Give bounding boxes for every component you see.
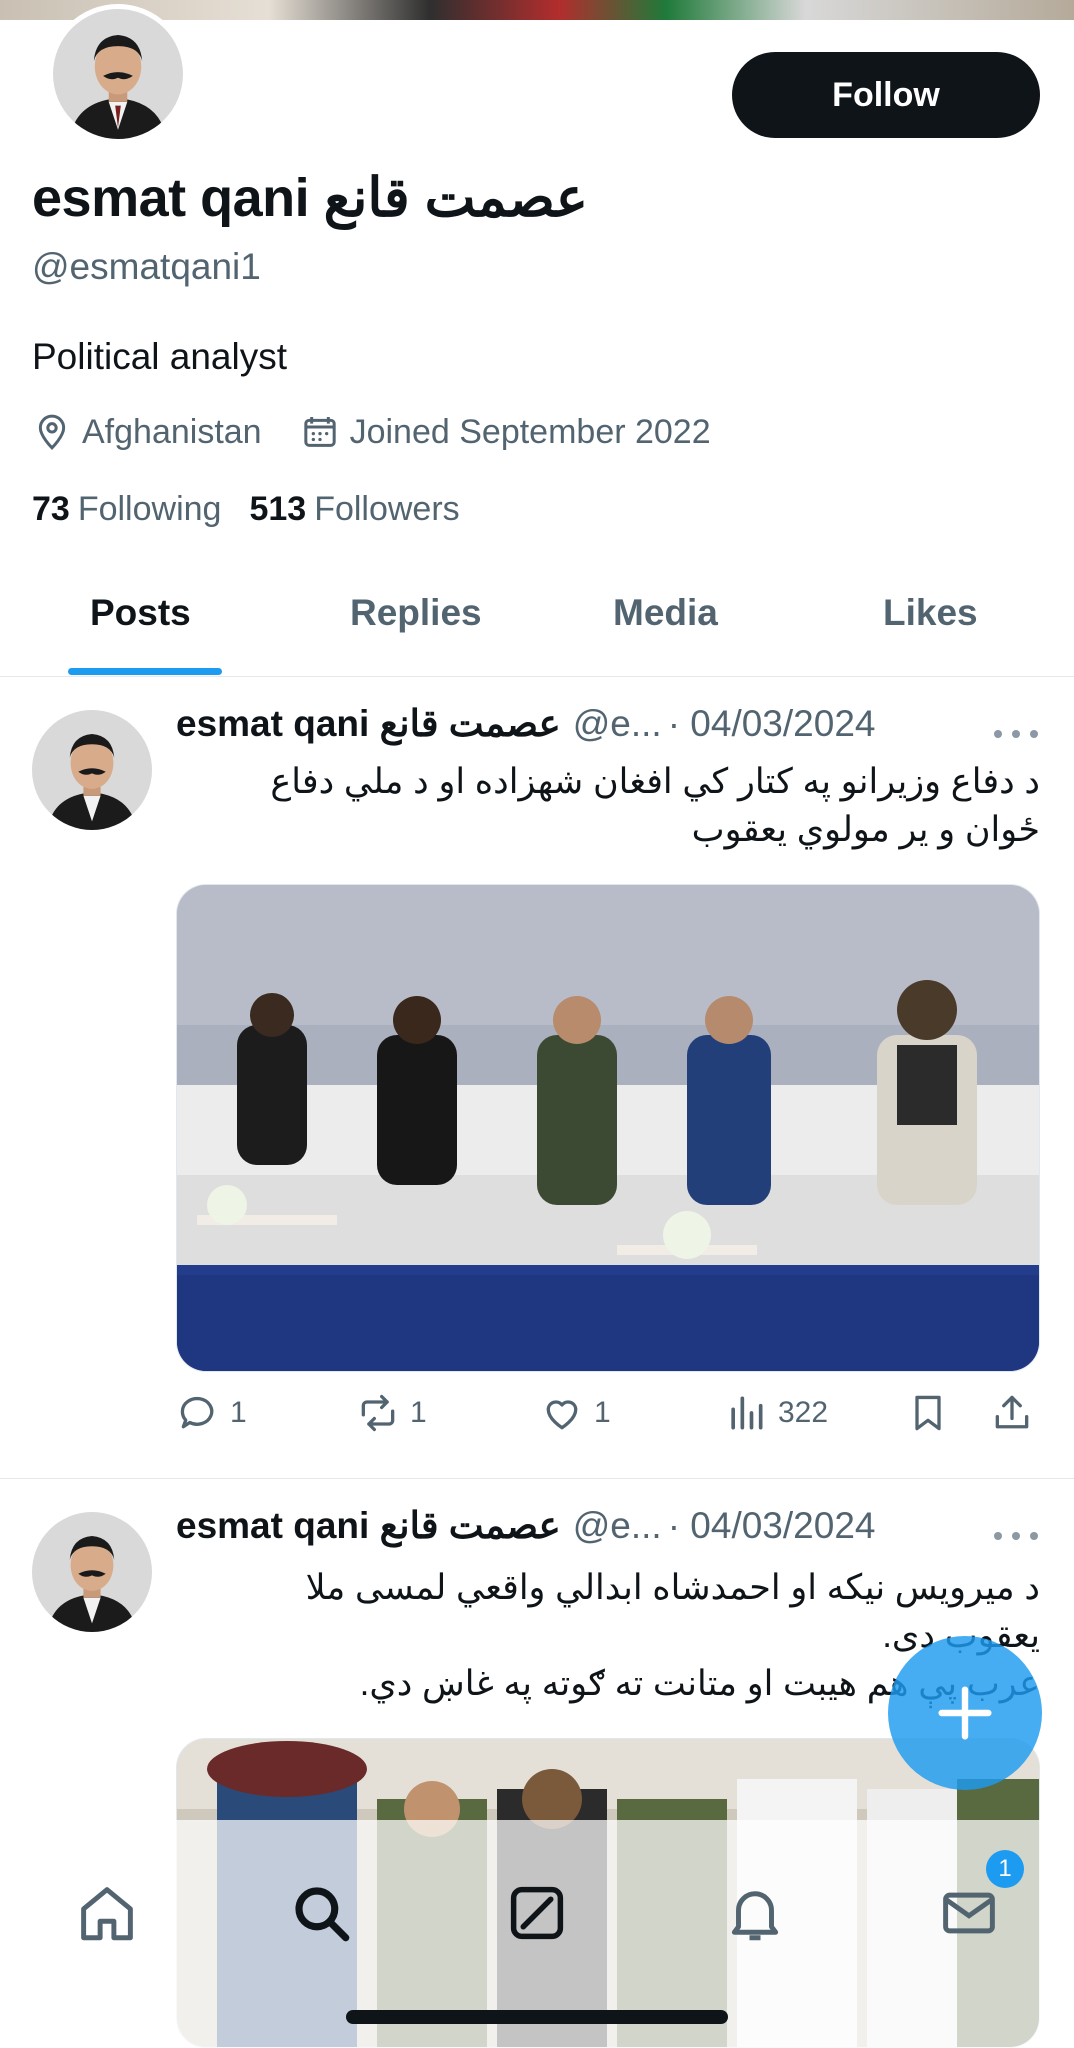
bell-icon[interactable]	[722, 1880, 788, 1946]
post-divider	[0, 1478, 1074, 1479]
location-text: Afghanistan	[82, 412, 262, 451]
post-text: د دفاع وزيرانو په کتار کي افغان شهزاده ا…	[176, 758, 1040, 854]
views-button[interactable]: 322	[724, 1388, 828, 1438]
post-author-name[interactable]: esmat qani عصمت قانع	[176, 702, 561, 745]
post-date[interactable]: · 04/03/2024	[668, 703, 876, 745]
profile-handle: @esmatqani1	[32, 246, 261, 287]
followers-count: 513	[249, 490, 307, 528]
post-text-line: ځوان و ير مولوي يعقوب	[691, 810, 1040, 849]
followers-link[interactable]: 513 Followers	[249, 490, 459, 529]
like-count: 1	[594, 1396, 611, 1429]
tab-posts[interactable]: Posts	[90, 592, 191, 634]
profile-bio: Political analyst	[32, 336, 288, 377]
post-actions: 1 1 1 322	[176, 1388, 1040, 1438]
plus-icon	[938, 1686, 992, 1740]
profile-banner[interactable]	[0, 0, 1074, 20]
tab-likes[interactable]: Likes	[883, 592, 978, 634]
post-text-line: د ميرويس نيکه او احمدشاه ابدالي واقعي لم…	[305, 1568, 1040, 1607]
tab-replies[interactable]: Replies	[350, 592, 482, 634]
following-label: Following	[77, 490, 222, 528]
reply-button[interactable]: 1	[176, 1388, 247, 1438]
joined-text: Joined September 2022	[349, 412, 711, 451]
reply-icon	[180, 1396, 214, 1429]
location-item: Afghanistan	[32, 412, 262, 452]
location-pin-icon	[38, 414, 66, 450]
compose-post-button[interactable]	[888, 1636, 1042, 1790]
more-options-icon[interactable]	[994, 726, 1038, 742]
heart-icon	[546, 1400, 578, 1430]
more-options-icon[interactable]	[994, 1528, 1038, 1544]
following-count: 73	[32, 490, 70, 528]
following-link[interactable]: 73 Following	[32, 490, 221, 529]
active-tab-indicator	[68, 668, 222, 675]
post-author-name[interactable]: esmat qani عصمت قانع	[176, 1504, 561, 1547]
post-author-handle[interactable]: @e...	[573, 1505, 662, 1547]
post-date[interactable]: · 04/03/2024	[668, 1505, 876, 1547]
post-text-line: د دفاع وزيرانو په کتار کي افغان شهزاده ا…	[270, 762, 1040, 801]
profile-meta: Afghanistan Joined September 2022	[32, 412, 749, 452]
reply-count: 1	[230, 1396, 247, 1429]
post-author-avatar[interactable]	[32, 1512, 152, 1632]
post-image[interactable]	[176, 884, 1040, 1372]
repost-count: 1	[410, 1396, 427, 1429]
repost-icon	[361, 1394, 395, 1432]
profile-tabs: Posts Replies Media Likes	[0, 572, 1074, 677]
post-text-line: يعقوب دی.	[882, 1616, 1040, 1655]
profile-display-name: esmat qani عصمت قانع	[32, 168, 588, 228]
share-button[interactable]	[990, 1388, 1044, 1438]
follow-button[interactable]: Follow	[732, 52, 1040, 138]
like-button[interactable]: 1	[540, 1388, 611, 1438]
home-icon[interactable]	[74, 1880, 140, 1946]
search-icon[interactable]	[288, 1880, 354, 1946]
repost-button[interactable]: 1	[356, 1388, 427, 1438]
profile-counts: 73 Following 513 Followers	[32, 490, 488, 529]
post-header: esmat qani عصمت قانع @e... · 04/03/2024	[176, 1504, 875, 1547]
post-header: esmat qani عصمت قانع @e... · 04/03/2024	[176, 702, 875, 745]
views-chart-icon	[731, 1396, 763, 1430]
joined-item: Joined September 2022	[300, 412, 711, 452]
calendar-icon	[303, 417, 336, 447]
views-count: 322	[778, 1396, 829, 1429]
tab-media[interactable]: Media	[613, 592, 718, 634]
messages-badge: 1	[986, 1850, 1024, 1888]
home-indicator	[346, 2010, 728, 2024]
share-icon	[995, 1395, 1029, 1429]
bookmark-button[interactable]	[906, 1388, 960, 1438]
post-author-handle[interactable]: @e...	[573, 703, 662, 745]
followers-label: Followers	[314, 490, 460, 528]
mail-icon[interactable]	[936, 1880, 1002, 1946]
grok-icon[interactable]	[504, 1880, 570, 1946]
profile-avatar[interactable]	[48, 4, 188, 144]
post-author-avatar[interactable]	[32, 710, 152, 830]
bookmark-icon	[915, 1395, 941, 1431]
